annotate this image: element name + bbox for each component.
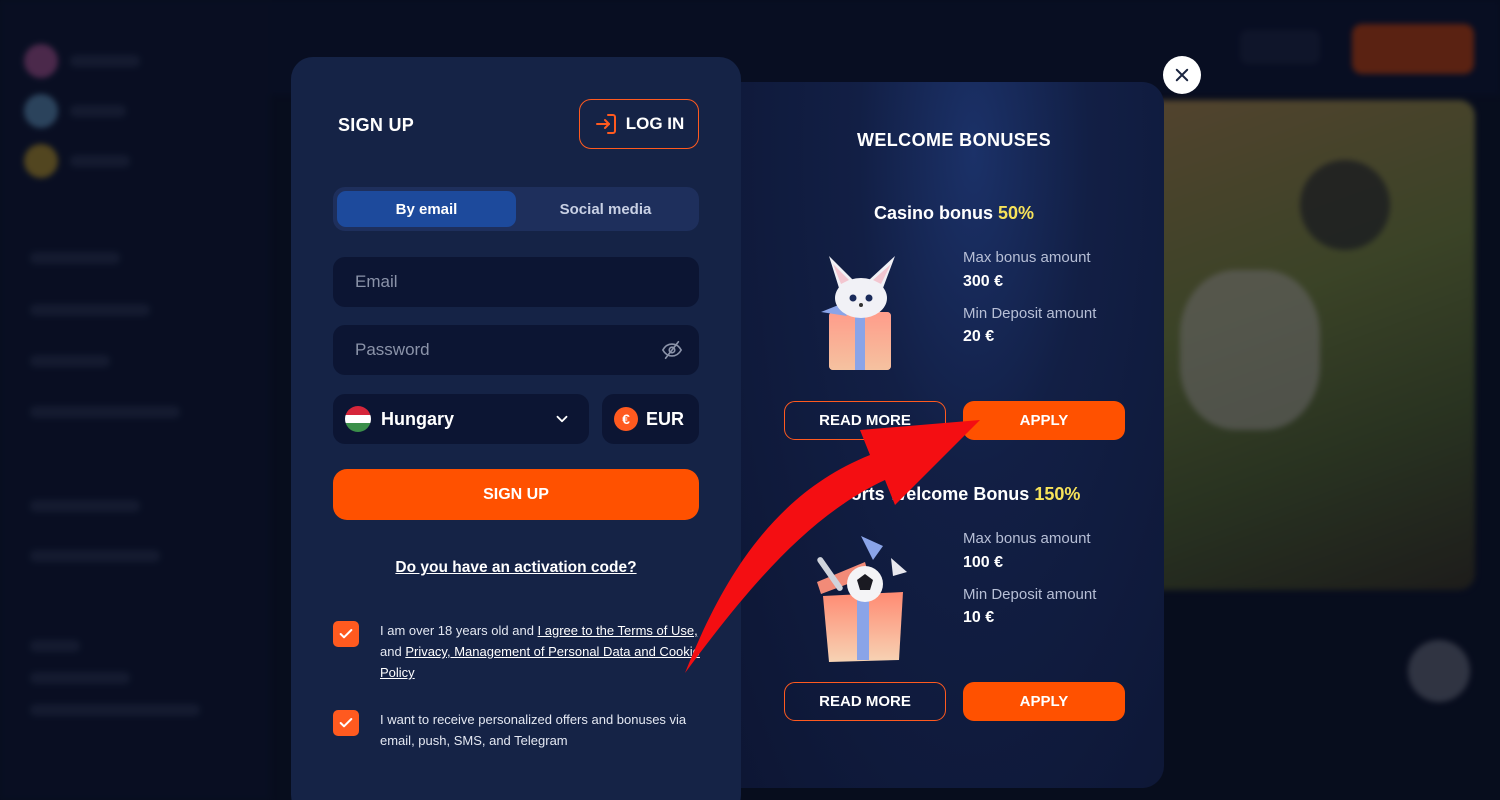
eye-off-icon[interactable] [661,339,683,361]
currency-value: EUR [646,408,685,429]
welcome-bonuses-heading: WELCOME BONUSES [856,130,1051,150]
marketing-consent-text: I want to receive personalized offers an… [380,712,687,748]
signup-panel: SIGN UP LOG IN By email Social media Hun… [291,57,741,800]
max-bonus-value: 100 € [963,554,1004,571]
close-icon [1175,68,1189,82]
sports-read-more-button[interactable]: READ MORE [784,682,946,721]
terms-checkbox[interactable] [333,621,359,647]
min-deposit-label: Min Deposit amount [963,586,1097,603]
login-icon [595,114,616,134]
casino-apply-button[interactable]: APPLY [963,401,1125,440]
signup-title: SIGN UP [338,115,415,135]
country-select[interactable]: Hungary [333,394,589,444]
min-deposit-value: 10 € [963,609,995,626]
sports-apply-button[interactable]: APPLY [963,682,1125,721]
terms-middle: and [380,644,406,659]
welcome-bonuses-panel: WELCOME BONUSES Casino bonus 50% Max bon… [741,82,1164,788]
email-input[interactable] [355,272,677,292]
hungary-flag-icon [345,406,371,432]
bonus-title-text: Sports Welcome Bonus [827,484,1030,504]
chevron-down-icon [556,415,568,423]
signup-method-tabs: By email Social media [333,187,699,231]
casino-bonus-title: Casino bonus 50% [741,203,1167,224]
max-bonus-label: Max bonus amount [963,249,1091,266]
terms-of-use-link[interactable]: I agree to the Terms of Use, [538,623,698,638]
email-field[interactable] [333,257,699,307]
check-icon [339,629,353,639]
euro-icon: € [614,407,638,431]
min-deposit-label: Min Deposit amount [963,305,1097,322]
sports-gift-icon [817,536,907,662]
max-bonus-value: 300 € [963,273,1004,290]
fox-gift-icon [821,256,895,370]
bonus-percent: 150% [1034,484,1081,504]
casino-read-more-button[interactable]: READ MORE [784,401,946,440]
signup-submit-button[interactable]: SIGN UP [333,469,699,520]
login-button[interactable]: LOG IN [579,99,699,149]
currency-select[interactable]: € EUR [602,394,699,444]
min-deposit-value: 20 € [963,328,995,345]
password-field[interactable] [333,325,699,375]
check-icon [339,718,353,728]
tab-by-email[interactable]: By email [337,191,516,227]
tab-social-media[interactable]: Social media [516,191,695,227]
password-input[interactable] [355,340,677,360]
marketing-checkbox[interactable] [333,710,359,736]
bonus-title-text: Casino bonus [873,203,993,223]
login-label: LOG IN [625,114,685,133]
bonus-percent: 50% [998,203,1035,223]
privacy-policy-link[interactable]: Privacy, Management of Personal Data and… [380,644,700,680]
close-modal-button[interactable] [1163,56,1201,94]
activation-code-link[interactable]: Do you have an activation code? [291,559,741,577]
terms-consent-text: I am over 18 years old and I agree to th… [380,620,710,683]
sports-bonus-title: Sports Welcome Bonus 150% [741,484,1167,505]
terms-prefix: I am over 18 years old and [380,623,538,638]
max-bonus-label: Max bonus amount [963,530,1091,547]
country-value: Hungary [381,408,455,429]
